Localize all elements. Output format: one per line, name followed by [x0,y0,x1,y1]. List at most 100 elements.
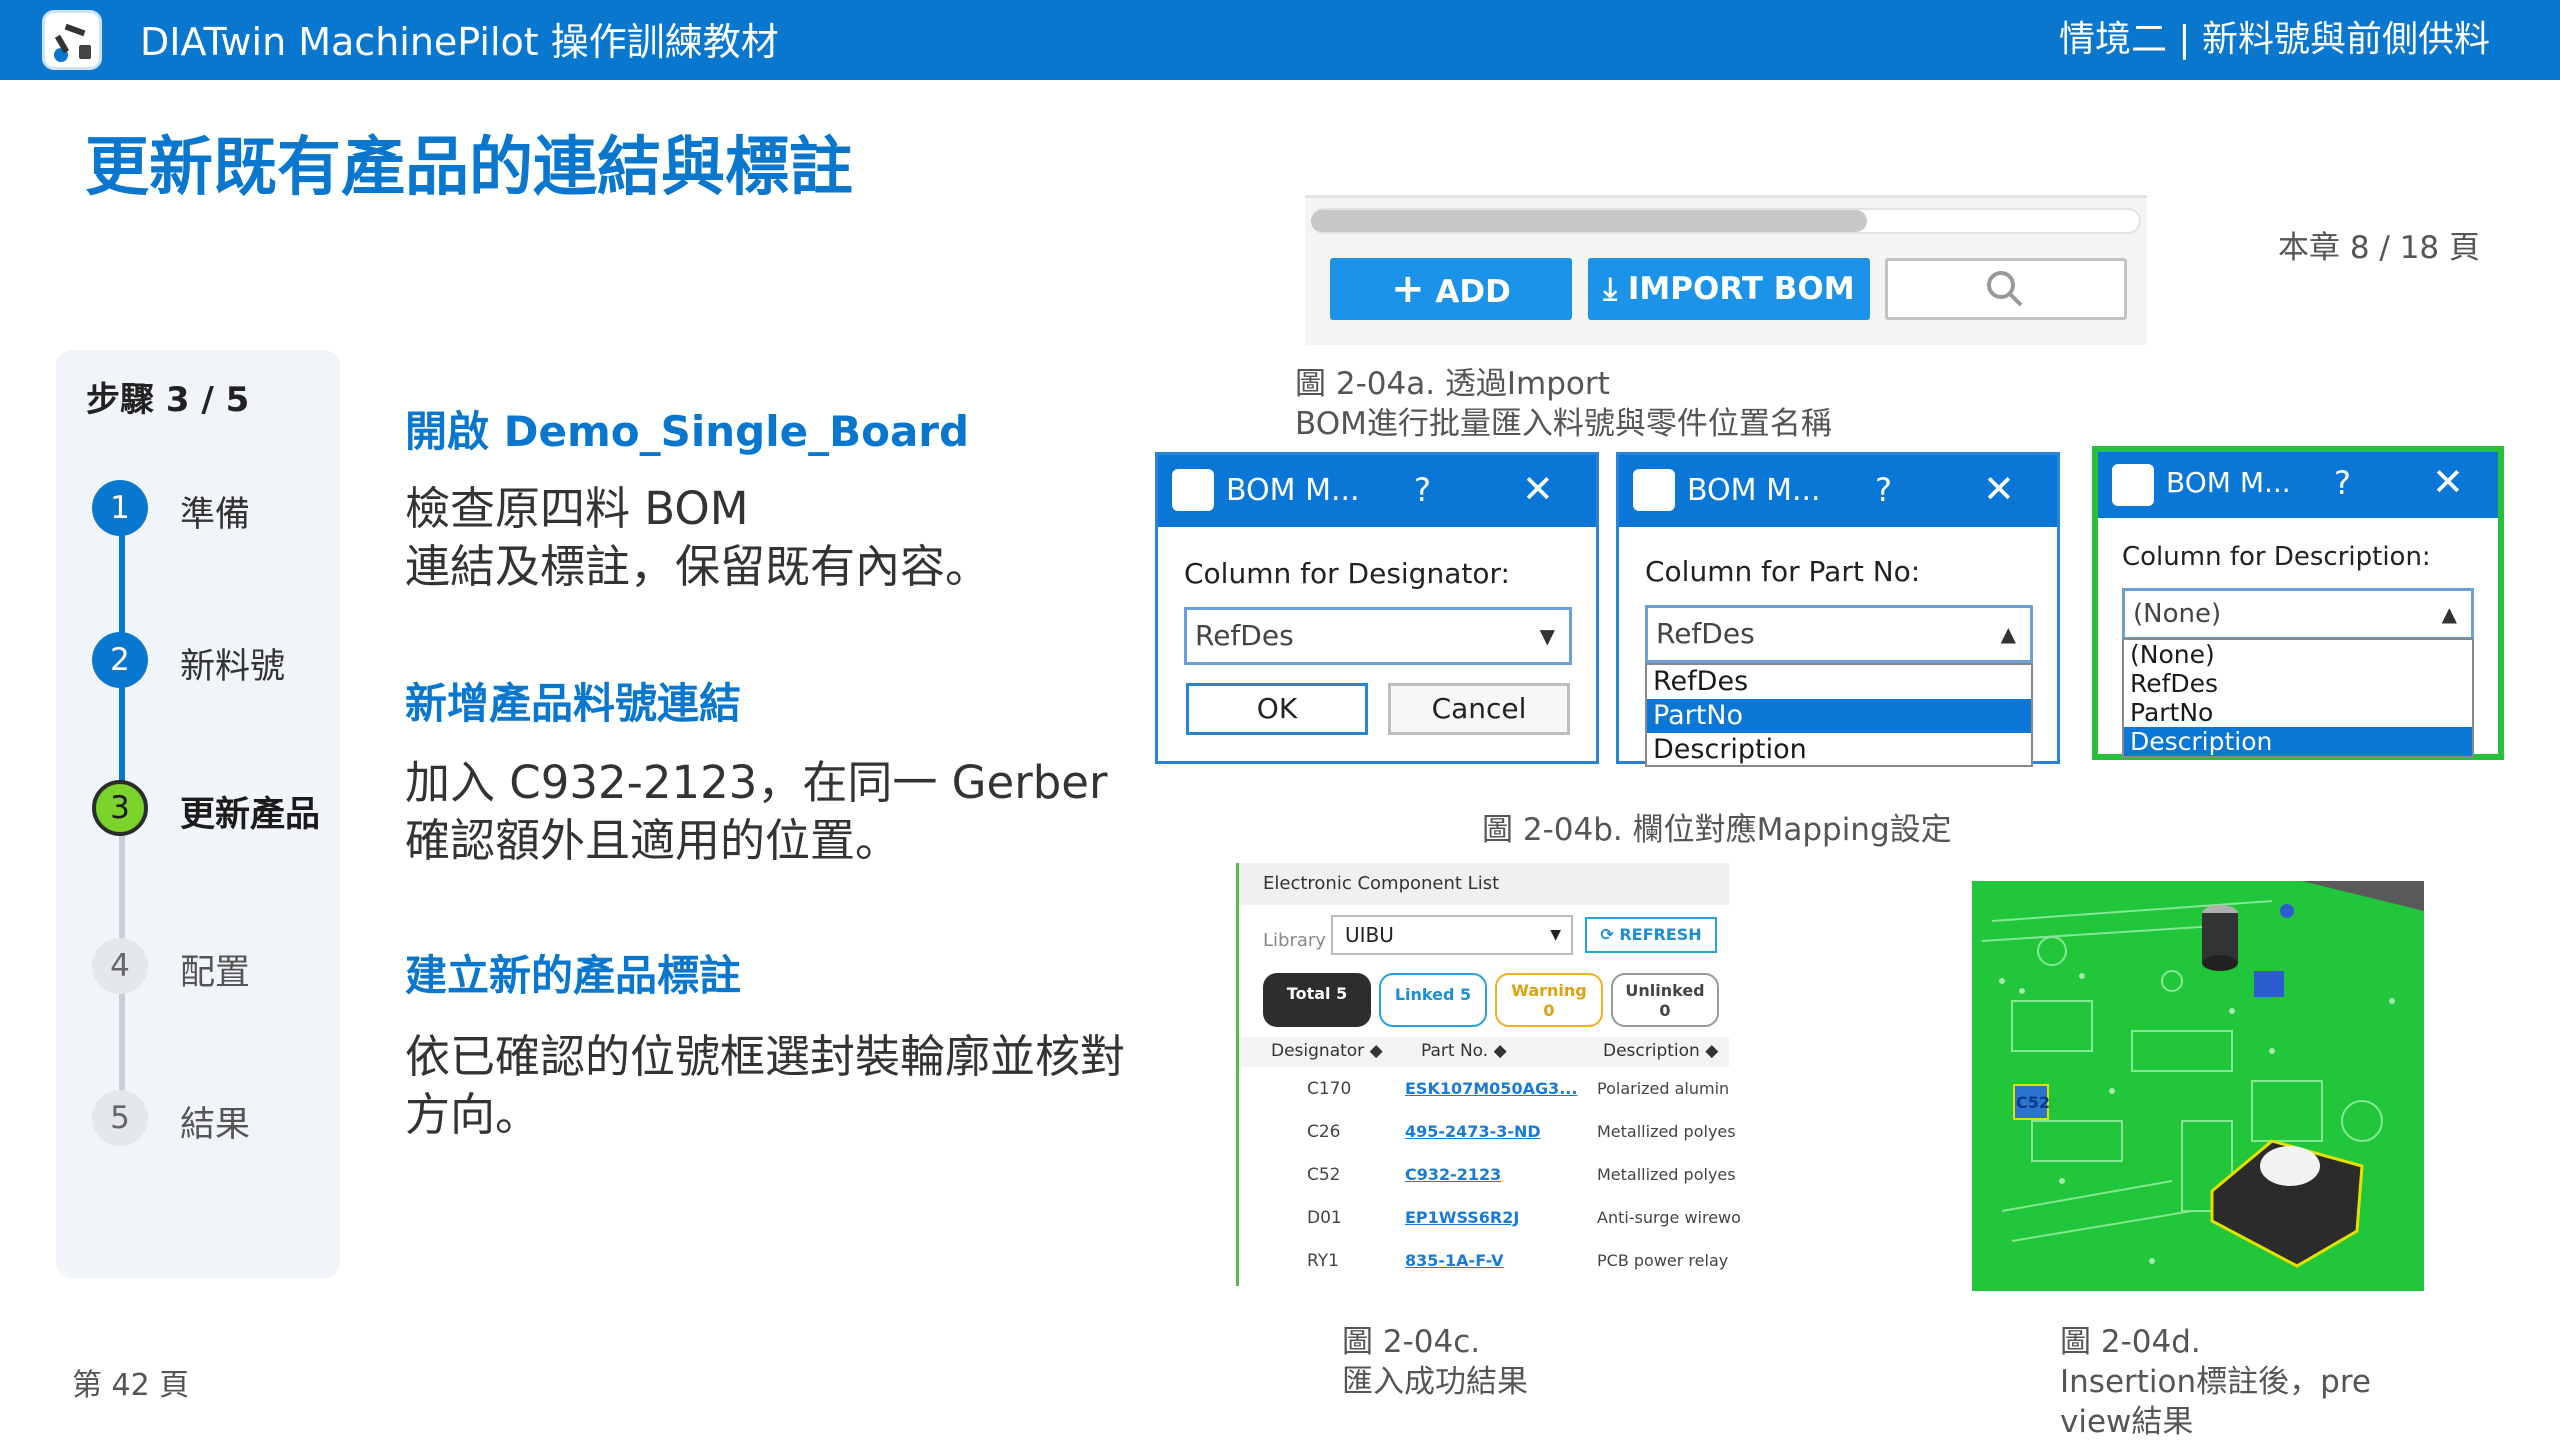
step-item-result[interactable]: 5 結果 [92,1090,332,1150]
description-label: Column for Description: [2122,542,2431,572]
step-item-update-product[interactable]: 3 更新產品 [92,780,332,840]
page-number: 第 42 頁 [72,1368,190,1403]
cancel-button[interactable]: Cancel [1388,683,1570,735]
chapter-progress: 本章 8 / 18 頁 [2277,230,2480,266]
refresh-button[interactable]: ⟳ REFRESH [1585,917,1717,953]
cell-designator: C26 [1307,1122,1341,1142]
cell-designator: RY1 [1307,1251,1339,1271]
select-value: (None) [2133,599,2222,629]
library-label: Library [1263,930,1326,951]
step-panel: 步驟 3 / 5 1 準備 2 新料號 3 更新產品 4 配置 5 結果 [56,350,340,1278]
step-item-new-part[interactable]: 2 新料號 [92,632,332,692]
step-number: 4 [92,938,148,994]
partno-label: Column for Part No: [1645,555,1921,588]
caption-fig-d: 圖 2-04d. Insertion標註後，pre view結果 [2060,1324,2371,1440]
chevron-up-icon: ▲ [2441,602,2457,626]
table-row[interactable]: C26 495-2473-3-ND Metallized polyes [1239,1112,1736,1154]
step-counter: 步驟 3 / 5 [86,380,250,420]
bom-mapping-dialog-designator: BOM M... ? ✕ Column for Designator: RefD… [1155,452,1599,764]
cell-description: Metallized polyes [1597,1122,1736,1141]
unlinked-label: Unlinked [1625,981,1705,1000]
cell-part-no-link[interactable]: ESK107M050AG3... [1405,1079,1577,1098]
chevron-down-icon: ▼ [1539,624,1555,648]
close-icon[interactable]: ✕ [2432,460,2464,504]
app-logo [42,10,102,70]
column-description[interactable]: Description ◆ [1603,1041,1718,1061]
search-button[interactable] [1885,258,2127,320]
step-label: 更新產品 [180,795,321,835]
section-heading-annotate: 建立新的產品標註 [405,951,742,1000]
warning-label: Warning [1511,981,1587,1000]
download-icon: ⤓ [1603,271,1618,307]
option-description[interactable]: Description [2124,727,2472,756]
option-refdes[interactable]: RefDes [1647,665,2031,699]
help-icon[interactable]: ? [1875,471,1892,509]
close-icon[interactable]: ✕ [1522,467,1554,511]
step-number: 2 [92,632,148,688]
section-body-link: 加入 C932-2123，在同一 Gerber 確認額外且適用的位置。 [405,756,1108,867]
chevron-down-icon: ▼ [1550,927,1561,943]
cell-designator: C170 [1307,1079,1352,1099]
add-button[interactable]: + ADD [1330,258,1572,320]
table-row[interactable]: C170 ESK107M050AG3... Polarized alumin [1239,1069,1729,1111]
pcb-3d-preview[interactable]: C52 [1972,881,2424,1291]
refresh-icon: ⟳ [1600,925,1620,944]
cell-part-no-link[interactable]: C932-2123 [1405,1165,1501,1184]
description-select[interactable]: (None) ▲ [2122,588,2474,640]
app-icon [1633,469,1675,511]
table-row[interactable]: C52 C932-2123 Metallized polyes [1239,1155,1736,1197]
dialog-title: BOM M... [1226,473,1360,508]
step-item-layout[interactable]: 4 配置 [92,938,332,998]
filter-unlinked[interactable]: Unlinked 0 [1611,973,1719,1027]
library-value: UIBU [1345,923,1394,947]
cell-part-no-link[interactable]: 835-1A-F-V [1405,1251,1504,1270]
partno-select[interactable]: RefDes ▲ [1645,605,2033,663]
step-label: 新料號 [180,647,286,687]
panel-title: Electronic Component List [1239,863,1729,905]
filter-warning[interactable]: Warning 0 [1495,973,1603,1027]
option-description[interactable]: Description [1647,733,2031,767]
close-icon[interactable]: ✕ [1983,467,2015,511]
figure-import-toolbar: + ADD ⤓ IMPORT BOM [1305,195,2147,345]
cell-description: Polarized alumin [1597,1079,1730,1098]
dialog-title: BOM M... [2166,466,2291,499]
c52-tag: C52 [2016,1093,2051,1112]
select-value: RefDes [1656,617,1755,650]
robot-arm-icon [54,23,91,62]
cell-part-no-link[interactable]: 495-2473-3-ND [1405,1122,1541,1141]
option-partno[interactable]: PartNo [1647,699,2031,733]
step-number: 5 [92,1090,148,1146]
component-list-panel: Electronic Component List Library UIBU ▼… [1236,863,1741,1286]
cell-designator: C52 [1307,1165,1341,1185]
designator-select[interactable]: RefDes ▼ [1184,607,1572,665]
ok-button[interactable]: OK [1186,683,1368,735]
option-partno[interactable]: PartNo [2124,698,2472,727]
table-row[interactable]: RY1 835-1A-F-V PCB power relay [1239,1241,1729,1283]
help-icon[interactable]: ? [1414,471,1431,509]
column-part-no[interactable]: Part No. ◆ [1421,1041,1507,1061]
column-designator[interactable]: Designator ◆ [1271,1041,1383,1061]
option-refdes[interactable]: RefDes [2124,669,2472,698]
scrollbar-thumb[interactable] [1311,210,1867,232]
help-icon[interactable]: ? [2334,464,2351,502]
chapter-title: 情境二 | 新料號與前側供料 [2058,19,2490,60]
cell-description: Anti-surge wirewo [1597,1208,1741,1227]
step-label: 結果 [180,1105,251,1145]
table-row[interactable]: D01 EP1WSS6R2J Anti-surge wirewo [1239,1198,1741,1240]
option-none[interactable]: (None) [2124,640,2472,669]
section-body-annotate: 依已確認的位號框選封裝輪廓並核對 方向。 [405,1030,1126,1141]
filter-total[interactable]: Total 5 [1263,973,1371,1027]
cell-part-no-link[interactable]: EP1WSS6R2J [1405,1208,1519,1227]
import-bom-label: IMPORT BOM [1627,271,1855,307]
step-item-prepare[interactable]: 1 準備 [92,480,332,540]
import-bom-button[interactable]: ⤓ IMPORT BOM [1588,258,1870,320]
library-select[interactable]: UIBU ▼ [1331,915,1573,955]
refresh-label: REFRESH [1619,925,1702,944]
dialog-title: BOM M... [1687,473,1821,508]
plus-icon: + [1391,266,1425,312]
filter-linked[interactable]: Linked 5 [1379,973,1487,1027]
section-body-open: 檢查原四料 BOM 連結及標註，保留既有內容。 [405,482,991,593]
cell-description: PCB power relay [1597,1251,1729,1270]
app-title: DIATwin MachinePilot 操作訓練教材 [140,20,779,64]
cell-description: Metallized polyes [1597,1165,1736,1184]
